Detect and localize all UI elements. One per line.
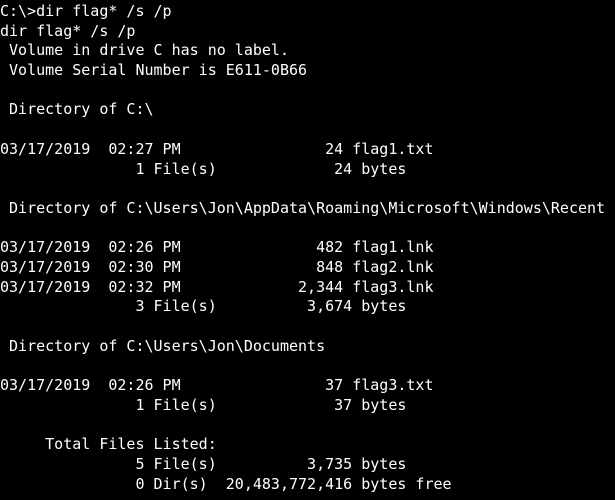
terminal-line-total-header: Total Files Listed: — [0, 435, 217, 454]
terminal-window[interactable]: C:\>dir flag* /s /p dir flag* /s /p Volu… — [0, 0, 615, 500]
terminal-line-directory-header: Directory of C:\Users\Jon\Documents — [0, 336, 326, 355]
terminal-line-file-summary: 1 File(s) 37 bytes — [0, 395, 407, 414]
terminal-line-file-entry: 03/17/2019 02:30 PM 848 flag2.lnk — [0, 257, 434, 276]
terminal-line-file-entry: 03/17/2019 02:26 PM 37 flag3.txt — [0, 376, 434, 395]
terminal-line-prompt-command: C:\>dir flag* /s /p — [0, 2, 172, 20]
terminal-line-file-entry: 03/17/2019 02:27 PM 24 flag1.txt — [0, 139, 434, 158]
terminal-line-command-echo: dir flag* /s /p — [0, 21, 136, 40]
terminal-line-directory-header: Directory of C:\ — [0, 100, 154, 119]
terminal-line-volume-serial: Volume Serial Number is E611-0B66 — [0, 61, 308, 80]
terminal-line-total-files: 5 File(s) 3,735 bytes — [0, 454, 407, 473]
terminal-line-file-entry: 03/17/2019 02:32 PM 2,344 flag3.lnk — [0, 277, 434, 296]
terminal-line-directory-header: Directory of C:\Users\Jon\AppData\Roamin… — [0, 198, 606, 217]
terminal-line-volume-label: Volume in drive C has no label. — [0, 41, 289, 60]
terminal-line-file-entry: 03/17/2019 02:26 PM 482 flag1.lnk — [0, 238, 434, 257]
terminal-line-file-summary: 3 File(s) 3,674 bytes — [0, 297, 407, 316]
terminal-line-total-dirs: 0 Dir(s) 20,483,772,416 bytes free — [0, 474, 452, 493]
terminal-line-file-summary: 1 File(s) 24 bytes — [0, 159, 407, 178]
